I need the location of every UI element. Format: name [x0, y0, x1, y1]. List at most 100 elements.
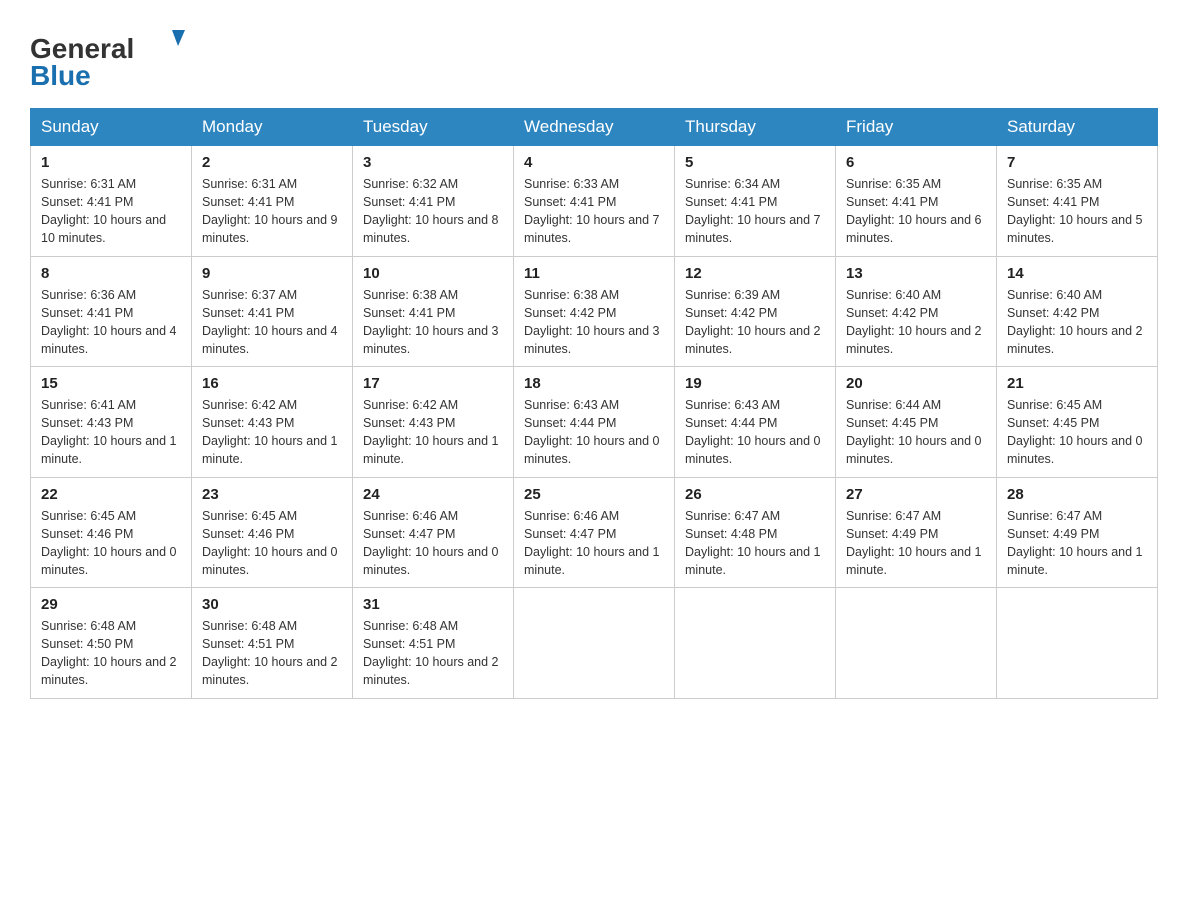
- calendar-cell: 8 Sunrise: 6:36 AMSunset: 4:41 PMDaylight…: [31, 256, 192, 367]
- week-row-4: 22 Sunrise: 6:45 AMSunset: 4:46 PMDayligh…: [31, 477, 1158, 588]
- week-row-1: 1 Sunrise: 6:31 AMSunset: 4:41 PMDaylight…: [31, 146, 1158, 257]
- day-info: Sunrise: 6:44 AMSunset: 4:45 PMDaylight:…: [846, 396, 986, 469]
- calendar-cell: [836, 588, 997, 699]
- calendar-cell: 16 Sunrise: 6:42 AMSunset: 4:43 PMDayligh…: [192, 367, 353, 478]
- day-info: Sunrise: 6:47 AMSunset: 4:48 PMDaylight:…: [685, 507, 825, 580]
- calendar-cell: 15 Sunrise: 6:41 AMSunset: 4:43 PMDayligh…: [31, 367, 192, 478]
- weekday-header-tuesday: Tuesday: [353, 109, 514, 146]
- day-number: 31: [363, 596, 503, 613]
- day-number: 11: [524, 265, 664, 282]
- calendar-cell: 9 Sunrise: 6:37 AMSunset: 4:41 PMDaylight…: [192, 256, 353, 367]
- day-info: Sunrise: 6:37 AMSunset: 4:41 PMDaylight:…: [202, 286, 342, 359]
- week-row-5: 29 Sunrise: 6:48 AMSunset: 4:50 PMDayligh…: [31, 588, 1158, 699]
- weekday-header-saturday: Saturday: [997, 109, 1158, 146]
- day-number: 14: [1007, 265, 1147, 282]
- day-info: Sunrise: 6:45 AMSunset: 4:45 PMDaylight:…: [1007, 396, 1147, 469]
- calendar-cell: 3Sunrise: 6:32 AMSunset: 4:41 PMDaylight…: [353, 146, 514, 257]
- calendar-cell: 27 Sunrise: 6:47 AMSunset: 4:49 PMDayligh…: [836, 477, 997, 588]
- day-number: 21: [1007, 375, 1147, 392]
- day-info: Sunrise: 6:35 AMSunset: 4:41 PMDaylight:…: [846, 175, 986, 248]
- day-info: Sunrise: 6:40 AMSunset: 4:42 PMDaylight:…: [1007, 286, 1147, 359]
- calendar-cell: 28Sunrise: 6:47 AMSunset: 4:49 PMDayligh…: [997, 477, 1158, 588]
- day-number: 24: [363, 486, 503, 503]
- day-number: 1: [41, 154, 181, 171]
- day-info: Sunrise: 6:31 AMSunset: 4:41 PMDaylight:…: [41, 175, 181, 248]
- calendar-cell: 29 Sunrise: 6:48 AMSunset: 4:50 PMDayligh…: [31, 588, 192, 699]
- day-number: 9: [202, 265, 342, 282]
- day-info: Sunrise: 6:46 AMSunset: 4:47 PMDaylight:…: [363, 507, 503, 580]
- day-number: 27: [846, 486, 986, 503]
- day-number: 12: [685, 265, 825, 282]
- calendar-cell: 14 Sunrise: 6:40 AMSunset: 4:42 PMDayligh…: [997, 256, 1158, 367]
- day-number: 22: [41, 486, 181, 503]
- calendar-cell: 1 Sunrise: 6:31 AMSunset: 4:41 PMDaylight…: [31, 146, 192, 257]
- day-info: Sunrise: 6:35 AMSunset: 4:41 PMDaylight:…: [1007, 175, 1147, 248]
- day-info: Sunrise: 6:48 AMSunset: 4:51 PMDaylight:…: [363, 617, 503, 690]
- weekday-header-thursday: Thursday: [675, 109, 836, 146]
- day-number: 4: [524, 154, 664, 171]
- weekday-header-friday: Friday: [836, 109, 997, 146]
- day-info: Sunrise: 6:41 AMSunset: 4:43 PMDaylight:…: [41, 396, 181, 469]
- day-info: Sunrise: 6:48 AMSunset: 4:51 PMDaylight:…: [202, 617, 342, 690]
- day-info: Sunrise: 6:31 AMSunset: 4:41 PMDaylight:…: [202, 175, 342, 248]
- day-number: 20: [846, 375, 986, 392]
- calendar-cell: [675, 588, 836, 699]
- calendar-cell: 26 Sunrise: 6:47 AMSunset: 4:48 PMDayligh…: [675, 477, 836, 588]
- day-info: Sunrise: 6:48 AMSunset: 4:50 PMDaylight:…: [41, 617, 181, 690]
- day-number: 25: [524, 486, 664, 503]
- svg-text:Blue: Blue: [30, 60, 91, 90]
- calendar-table: SundayMondayTuesdayWednesdayThursdayFrid…: [30, 108, 1158, 699]
- day-info: Sunrise: 6:42 AMSunset: 4:43 PMDaylight:…: [202, 396, 342, 469]
- day-info: Sunrise: 6:40 AMSunset: 4:42 PMDaylight:…: [846, 286, 986, 359]
- day-info: Sunrise: 6:43 AMSunset: 4:44 PMDaylight:…: [685, 396, 825, 469]
- calendar-cell: 23 Sunrise: 6:45 AMSunset: 4:46 PMDayligh…: [192, 477, 353, 588]
- weekday-header-wednesday: Wednesday: [514, 109, 675, 146]
- week-row-3: 15 Sunrise: 6:41 AMSunset: 4:43 PMDayligh…: [31, 367, 1158, 478]
- calendar-cell: 25 Sunrise: 6:46 AMSunset: 4:47 PMDayligh…: [514, 477, 675, 588]
- day-number: 26: [685, 486, 825, 503]
- day-number: 16: [202, 375, 342, 392]
- calendar-cell: 20 Sunrise: 6:44 AMSunset: 4:45 PMDayligh…: [836, 367, 997, 478]
- page-header: General Blue: [30, 20, 1158, 90]
- calendar-cell: 22Sunrise: 6:45 AMSunset: 4:46 PMDayligh…: [31, 477, 192, 588]
- day-number: 10: [363, 265, 503, 282]
- calendar-cell: 2 Sunrise: 6:31 AMSunset: 4:41 PMDaylight…: [192, 146, 353, 257]
- day-number: 8: [41, 265, 181, 282]
- weekday-header-row: SundayMondayTuesdayWednesdayThursdayFrid…: [31, 109, 1158, 146]
- calendar-cell: [997, 588, 1158, 699]
- day-info: Sunrise: 6:42 AMSunset: 4:43 PMDaylight:…: [363, 396, 503, 469]
- day-number: 2: [202, 154, 342, 171]
- logo-image: General Blue: [30, 20, 200, 90]
- day-number: 6: [846, 154, 986, 171]
- day-info: Sunrise: 6:39 AMSunset: 4:42 PMDaylight:…: [685, 286, 825, 359]
- day-number: 15: [41, 375, 181, 392]
- day-number: 23: [202, 486, 342, 503]
- week-row-2: 8 Sunrise: 6:36 AMSunset: 4:41 PMDaylight…: [31, 256, 1158, 367]
- calendar-cell: 5Sunrise: 6:34 AMSunset: 4:41 PMDaylight…: [675, 146, 836, 257]
- day-info: Sunrise: 6:36 AMSunset: 4:41 PMDaylight:…: [41, 286, 181, 359]
- calendar-cell: 19 Sunrise: 6:43 AMSunset: 4:44 PMDayligh…: [675, 367, 836, 478]
- day-number: 17: [363, 375, 503, 392]
- calendar-cell: 6 Sunrise: 6:35 AMSunset: 4:41 PMDaylight…: [836, 146, 997, 257]
- day-info: Sunrise: 6:47 AMSunset: 4:49 PMDaylight:…: [846, 507, 986, 580]
- calendar-cell: 11 Sunrise: 6:38 AMSunset: 4:42 PMDayligh…: [514, 256, 675, 367]
- day-info: Sunrise: 6:33 AMSunset: 4:41 PMDaylight:…: [524, 175, 664, 248]
- day-info: Sunrise: 6:46 AMSunset: 4:47 PMDaylight:…: [524, 507, 664, 580]
- calendar-cell: 12 Sunrise: 6:39 AMSunset: 4:42 PMDayligh…: [675, 256, 836, 367]
- logo: General Blue: [30, 20, 200, 90]
- day-info: Sunrise: 6:34 AMSunset: 4:41 PMDaylight:…: [685, 175, 825, 248]
- calendar-cell: 18Sunrise: 6:43 AMSunset: 4:44 PMDayligh…: [514, 367, 675, 478]
- day-info: Sunrise: 6:32 AMSunset: 4:41 PMDaylight:…: [363, 175, 503, 248]
- calendar-cell: 30 Sunrise: 6:48 AMSunset: 4:51 PMDayligh…: [192, 588, 353, 699]
- day-info: Sunrise: 6:38 AMSunset: 4:42 PMDaylight:…: [524, 286, 664, 359]
- calendar-cell: [514, 588, 675, 699]
- weekday-header-sunday: Sunday: [31, 109, 192, 146]
- day-number: 29: [41, 596, 181, 613]
- day-number: 19: [685, 375, 825, 392]
- day-number: 30: [202, 596, 342, 613]
- day-info: Sunrise: 6:47 AMSunset: 4:49 PMDaylight:…: [1007, 507, 1147, 580]
- calendar-cell: 4 Sunrise: 6:33 AMSunset: 4:41 PMDaylight…: [514, 146, 675, 257]
- day-info: Sunrise: 6:43 AMSunset: 4:44 PMDaylight:…: [524, 396, 664, 469]
- weekday-header-monday: Monday: [192, 109, 353, 146]
- day-info: Sunrise: 6:45 AMSunset: 4:46 PMDaylight:…: [202, 507, 342, 580]
